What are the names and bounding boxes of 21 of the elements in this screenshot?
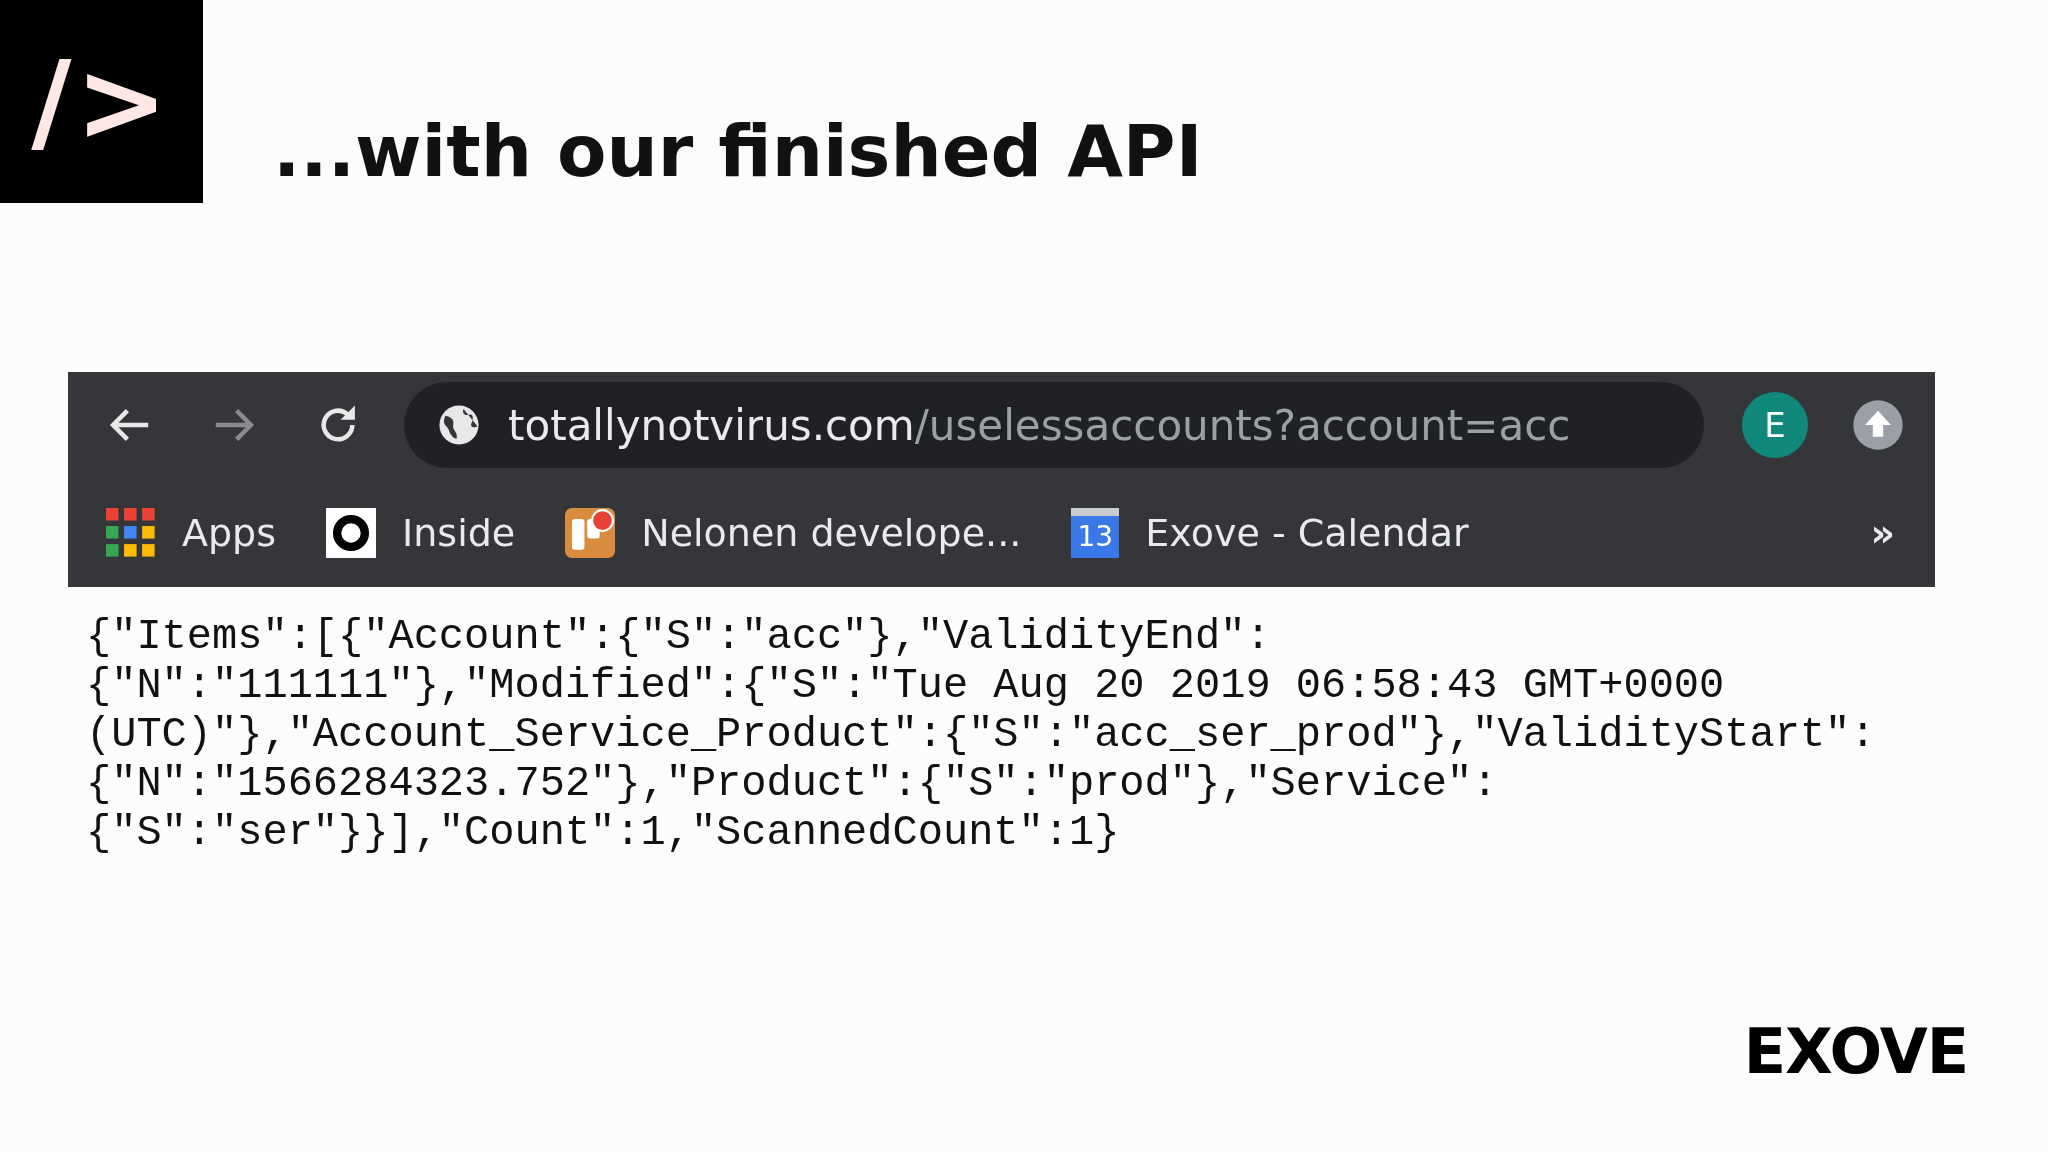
json-line: {"S":"ser"}}],"Count":1,"ScannedCount":1} <box>86 809 1121 858</box>
bookmark-item[interactable]: Inside <box>326 507 516 558</box>
json-line: {"Items":[{"Account":{"S":"acc"},"ValidityEnd": <box>86 613 1272 662</box>
address-bar[interactable]: totallynotvirus.com/uselessaccounts?account=acc <box>404 382 1704 468</box>
json-line: (UTC)"},"Account_Service_Product":{"S":"acc_ser_prod"},"ValidityStart": <box>86 711 1877 760</box>
board-icon <box>565 507 616 558</box>
more-bookmarks-button[interactable]: » <box>1870 510 1895 555</box>
brand-logo: EXOVE <box>1743 1015 1968 1088</box>
grid-icon <box>106 507 156 558</box>
slide-title: ...with our finished API <box>273 109 1203 193</box>
bookmark-item[interactable]: Apps <box>106 507 277 558</box>
profile-avatar[interactable]: E <box>1742 392 1808 458</box>
json-line: {"N":"1566284323.752"},"Product":{"S":"prod"},"Service": <box>86 760 1499 809</box>
bookmark-item[interactable]: 13 Exove - Calendar <box>1071 507 1469 558</box>
calendar-icon: 13 <box>1071 507 1120 558</box>
ring-icon <box>326 507 377 558</box>
json-line: {"N":"111111"},"Modified":{"S":"Tue Aug 20 2019 06:58:43 GMT+0000 <box>86 662 1726 711</box>
update-icon[interactable] <box>1852 399 1904 451</box>
url-text: totallynotvirus.com/uselessaccounts?account=acc <box>508 400 1571 450</box>
bookmark-item[interactable]: Nelonen develope... <box>565 507 1022 558</box>
logo-mark: /> <box>0 0 203 203</box>
